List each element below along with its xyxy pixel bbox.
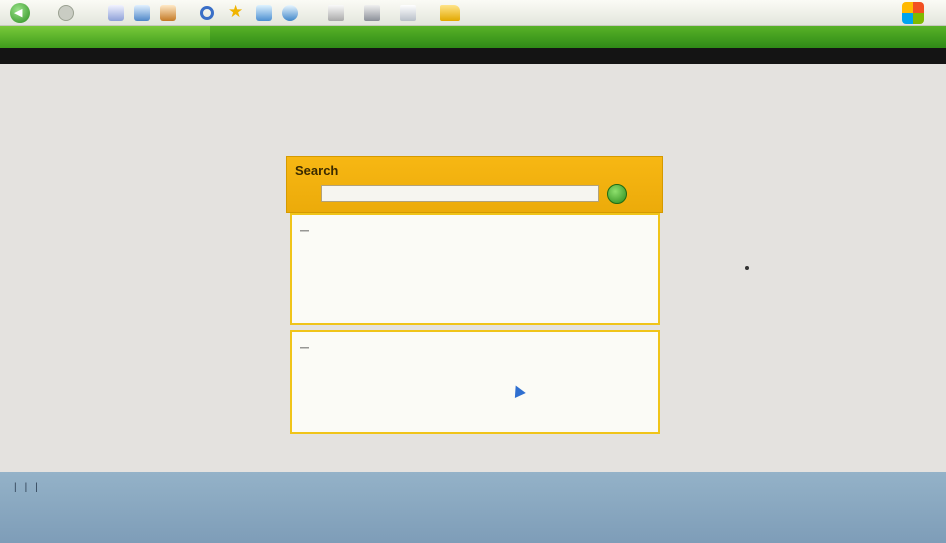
search-panel: Search [286, 156, 663, 213]
footer-separator: | [14, 482, 17, 493]
discuss-icon[interactable] [400, 5, 416, 21]
site-navbar [0, 48, 946, 64]
background-texture [670, 80, 946, 460]
whats-new-box [290, 330, 660, 434]
refresh-icon[interactable] [134, 5, 150, 21]
print-icon[interactable] [328, 5, 344, 21]
home-icon[interactable] [160, 5, 176, 21]
nav-items [8, 48, 64, 64]
search-icon[interactable] [200, 6, 214, 20]
edit-icon[interactable] [364, 5, 380, 21]
favorites-icon[interactable]: ★ [228, 2, 243, 22]
stop-icon[interactable] [108, 5, 124, 21]
site-brand[interactable] [0, 26, 210, 48]
history-icon[interactable] [256, 5, 272, 21]
site-footer: | | | [0, 472, 946, 543]
search-input[interactable] [321, 185, 599, 202]
site-header [0, 26, 946, 48]
cursor-dot [745, 266, 749, 270]
mail-icon[interactable] [282, 5, 298, 21]
search-title: Search [295, 163, 339, 178]
footer-links: | | | [10, 482, 42, 493]
browser-toolbar: ★ [0, 0, 946, 26]
back-icon[interactable] [10, 3, 30, 23]
footer-separator: | [35, 482, 38, 493]
search-tips-box [290, 213, 660, 325]
background-texture [0, 80, 270, 460]
folder-icon[interactable] [440, 5, 460, 21]
search-go-button[interactable] [607, 184, 627, 204]
forward-icon[interactable] [58, 5, 74, 21]
footer-separator: | [24, 482, 28, 493]
windows-logo-icon [902, 2, 924, 24]
